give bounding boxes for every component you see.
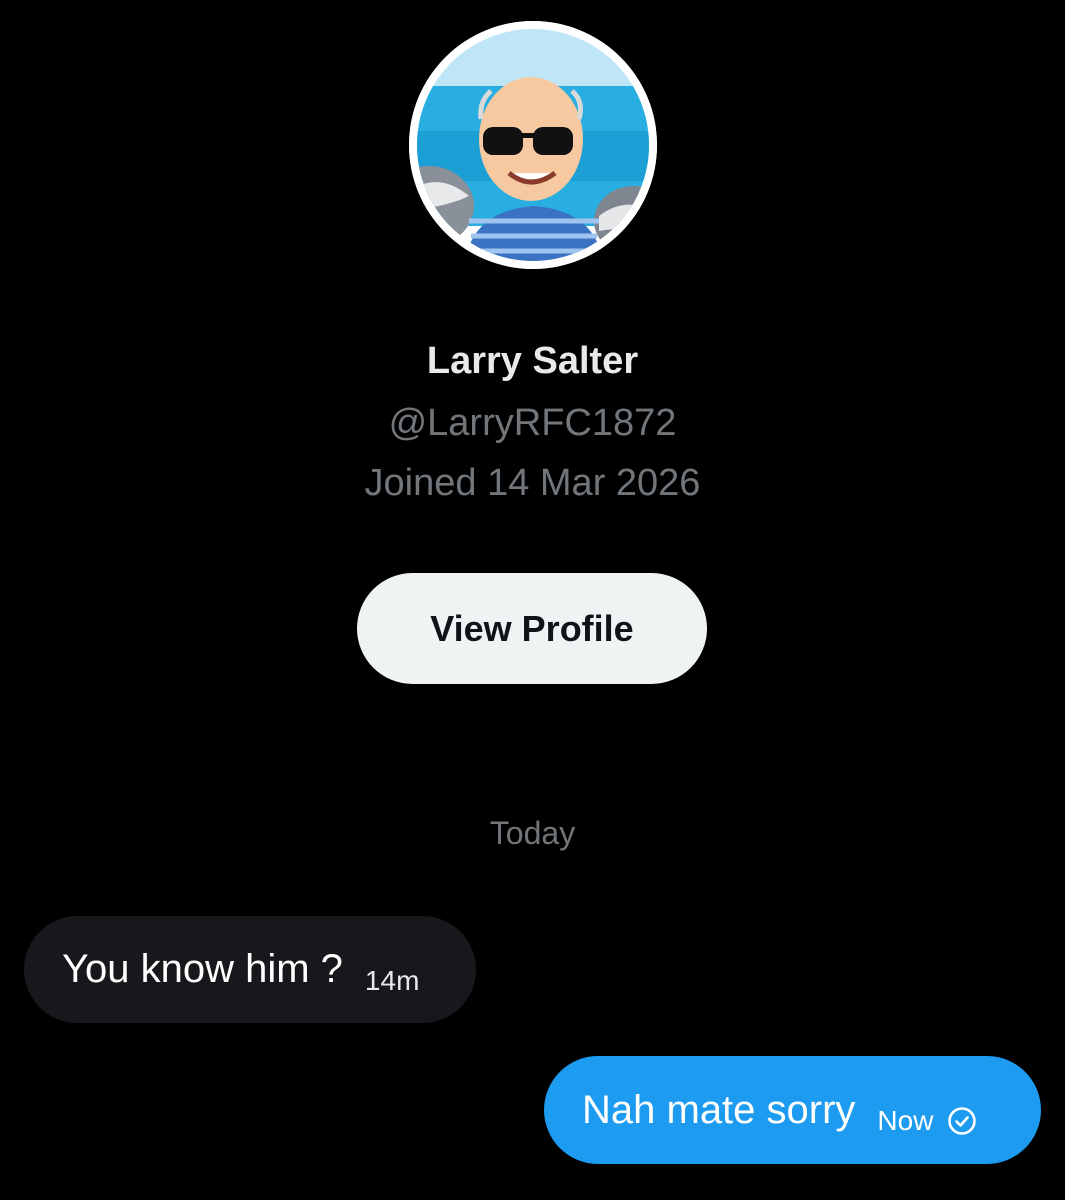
profile-avatar[interactable]	[409, 21, 657, 269]
profile-handle: @LarryRFC1872	[388, 402, 677, 444]
message-bubble-outgoing[interactable]: Nah mate sorry Now	[544, 1056, 1041, 1164]
view-profile-button[interactable]: View Profile	[357, 573, 707, 684]
message-bubble-incoming[interactable]: You know him ? 14m	[24, 916, 476, 1023]
day-separator: Today	[489, 815, 576, 851]
profile-joined-date: Joined 14 Mar 2026	[364, 462, 701, 504]
check-circle-icon	[947, 1106, 977, 1136]
message-text: You know him ?	[62, 947, 343, 991]
profile-name: Larry Salter	[426, 340, 639, 382]
message-timestamp: Now	[877, 1105, 934, 1136]
avatar-image	[409, 21, 657, 269]
message-text: Nah mate sorry	[582, 1087, 856, 1132]
message-timestamp: 14m	[364, 964, 420, 996]
